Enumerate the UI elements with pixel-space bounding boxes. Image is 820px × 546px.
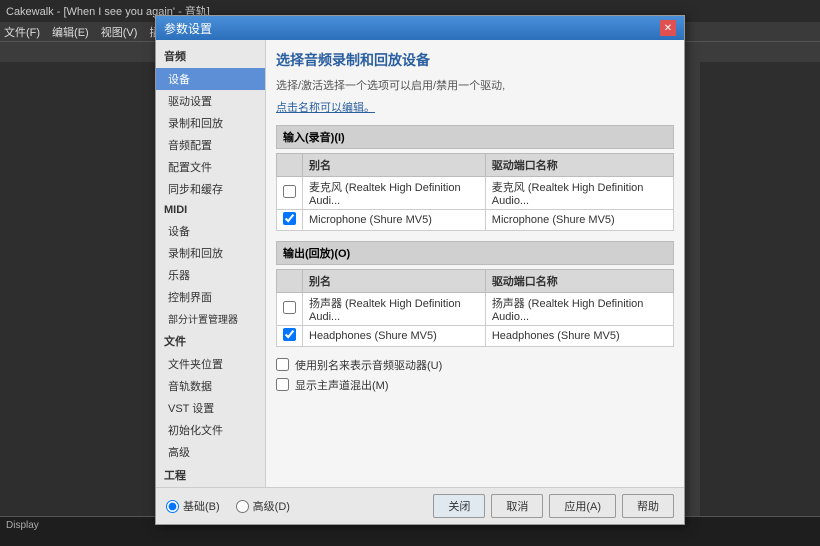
help-button[interactable]: 帮助 — [622, 494, 674, 518]
sidebar-item-config-file[interactable]: 配置文件 — [156, 156, 265, 178]
sidebar-item-midi-device[interactable]: 设备 — [156, 220, 265, 242]
input-device-1-name[interactable]: 麦克风 (Realtek High Definition Audi... — [303, 176, 486, 209]
input-table-check-header — [277, 153, 303, 176]
cancel-button[interactable]: 取消 — [491, 494, 543, 518]
sidebar-item-sync-cache[interactable]: 同步和缓存 — [156, 178, 265, 200]
output-device-2-name[interactable]: Headphones (Shure MV5) — [303, 325, 486, 346]
dialog-main-content: 选择音频录制和回放设备 选择/激活选择一个选项可以启用/禁用一个驱动, 点击名称… — [266, 40, 684, 487]
output-device-1-checkbox-cell[interactable] — [277, 292, 303, 325]
content-desc2[interactable]: 点击名称可以编辑。 — [276, 99, 674, 115]
sidebar-item-vst-settings[interactable]: VST 设置 — [156, 397, 265, 419]
dialog-sidebar: 音频 设备 驱动设置 录制和回放 音频配置 配置文件 同步和缓存 MIDI 设备… — [156, 40, 266, 487]
dialog-titlebar: 参数设置 ✕ — [156, 16, 684, 40]
sidebar-item-record-playback[interactable]: 录制和回放 — [156, 112, 265, 134]
output-device-2-checkbox-cell[interactable] — [277, 325, 303, 346]
footer-options: 使用别名来表示音频驱动器(U) 显示主声道混出(M) — [276, 357, 674, 393]
content-desc1: 选择/激活选择一个选项可以启用/禁用一个驱动, — [276, 78, 674, 95]
input-device-2-checkbox-cell[interactable] — [277, 209, 303, 230]
output-device-1-checkbox[interactable] — [283, 301, 296, 314]
content-title: 选择音频录制和回放设备 — [276, 50, 674, 70]
apply-button[interactable]: 应用(A) — [549, 494, 616, 518]
output-table-check-header — [277, 269, 303, 292]
input-device-1-driver[interactable]: 麦克风 (Realtek High Definition Audio... — [485, 176, 673, 209]
table-row: Microphone (Shure MV5) Microphone (Shure… — [277, 209, 674, 230]
daw-status: Display — [0, 518, 45, 533]
input-device-2-checkbox[interactable] — [283, 212, 296, 225]
show-master-label: 显示主声道混出(M) — [295, 377, 389, 393]
output-device-1-driver[interactable]: 扬声器 (Realtek High Definition Audio... — [485, 292, 673, 325]
output-device-1-name[interactable]: 扬声器 (Realtek High Definition Audi... — [303, 292, 486, 325]
radio-advanced: 高级(D) — [236, 498, 290, 514]
dialog-footer-left: 基础(B) 高级(D) — [166, 498, 290, 514]
use-alias-label: 使用别名来表示音频驱动器(U) — [295, 357, 442, 373]
sidebar-item-advanced[interactable]: 高级 — [156, 441, 265, 463]
show-master-checkbox[interactable] — [276, 378, 289, 391]
menu-edit[interactable]: 编辑(E) — [52, 24, 89, 40]
sidebar-section-audio: 音频 — [156, 44, 265, 68]
radio-advanced-label: 高级(D) — [253, 498, 290, 514]
output-section-label: 输出(回放)(O) — [276, 241, 674, 265]
output-device-2-checkbox[interactable] — [283, 328, 296, 341]
radio-advanced-input[interactable] — [236, 500, 249, 513]
preferences-dialog: 参数设置 ✕ 音频 设备 驱动设置 录制和回放 音频配置 配置文件 同步和缓存 … — [155, 15, 685, 525]
sidebar-item-partial-manager[interactable]: 部分计置管理器 — [156, 308, 265, 329]
sidebar-item-init-files[interactable]: 初始化文件 — [156, 419, 265, 441]
sidebar-item-driver-settings[interactable]: 驱动设置 — [156, 90, 265, 112]
table-row: 麦克风 (Realtek High Definition Audi... 麦克风… — [277, 176, 674, 209]
input-device-table: 别名 驱动端口名称 麦克风 (Realtek High Definition A… — [276, 153, 674, 231]
table-row: 扬声器 (Realtek High Definition Audi... 扬声器… — [277, 292, 674, 325]
sidebar-item-device[interactable]: 设备 — [156, 68, 265, 90]
input-device-2-driver[interactable]: Microphone (Shure MV5) — [485, 209, 673, 230]
output-device-table: 别名 驱动端口名称 扬声器 (Realtek High Definition A… — [276, 269, 674, 347]
sidebar-item-track-data[interactable]: 音轨数据 — [156, 375, 265, 397]
sidebar-item-folder-location[interactable]: 文件夹位置 — [156, 353, 265, 375]
output-table-driver-header: 驱动端口名称 — [485, 269, 673, 292]
menu-view[interactable]: 视图(V) — [101, 24, 138, 40]
daw-right-panel — [700, 62, 820, 516]
sidebar-item-control-interface[interactable]: 控制界面 — [156, 286, 265, 308]
dialog-body: 音频 设备 驱动设置 录制和回放 音频配置 配置文件 同步和缓存 MIDI 设备… — [156, 40, 684, 487]
use-alias-checkbox[interactable] — [276, 358, 289, 371]
input-device-1-checkbox-cell[interactable] — [277, 176, 303, 209]
dialog-close-button[interactable]: ✕ — [660, 20, 676, 36]
sidebar-section-midi: MIDI — [156, 200, 265, 220]
menu-file[interactable]: 文件(F) — [4, 24, 40, 40]
radio-basic-label: 基础(B) — [183, 498, 220, 514]
radio-basic: 基础(B) — [166, 498, 220, 514]
output-device-2-driver[interactable]: Headphones (Shure MV5) — [485, 325, 673, 346]
sidebar-item-audio-config[interactable]: 音频配置 — [156, 134, 265, 156]
dialog-footer: 基础(B) 高级(D) 关闭 取消 应用(A) 帮助 — [156, 487, 684, 524]
input-section-label: 输入(录音)(I) — [276, 125, 674, 149]
input-device-1-checkbox[interactable] — [283, 185, 296, 198]
sidebar-item-midi-record[interactable]: 录制和回放 — [156, 242, 265, 264]
radio-basic-input[interactable] — [166, 500, 179, 513]
sidebar-item-instruments[interactable]: 乐器 — [156, 264, 265, 286]
input-device-2-name[interactable]: Microphone (Shure MV5) — [303, 209, 486, 230]
input-table-driver-header: 驱动端口名称 — [485, 153, 673, 176]
sidebar-section-project: 工程 — [156, 463, 265, 487]
input-table-name-header: 别名 — [303, 153, 486, 176]
close-button[interactable]: 关闭 — [433, 494, 485, 518]
output-table-name-header: 别名 — [303, 269, 486, 292]
sidebar-section-file: 文件 — [156, 329, 265, 353]
footer-option-1: 使用别名来表示音频驱动器(U) — [276, 357, 674, 373]
table-row: Headphones (Shure MV5) Headphones (Shure… — [277, 325, 674, 346]
dialog-title: 参数设置 — [164, 20, 212, 37]
footer-option-2: 显示主声道混出(M) — [276, 377, 674, 393]
